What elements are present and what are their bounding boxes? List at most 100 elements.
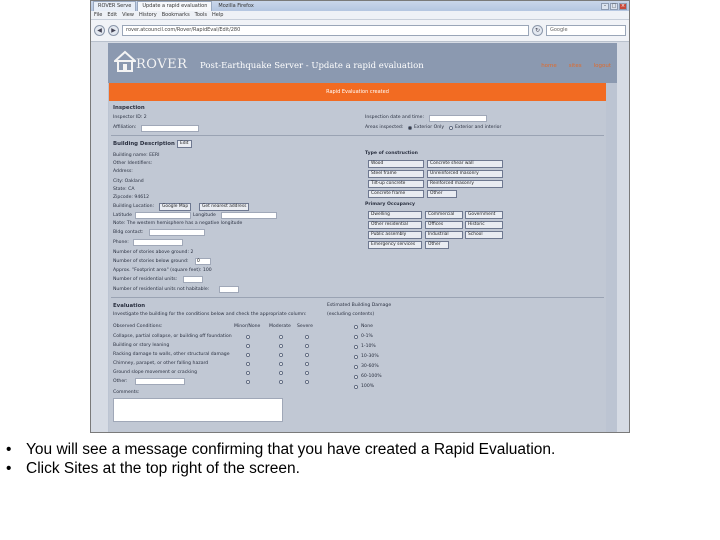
bldg-contact-field[interactable] xyxy=(149,229,205,236)
affiliation-field[interactable] xyxy=(141,125,199,132)
menu-view[interactable]: View xyxy=(122,11,134,19)
browser-window: ROVER Serve Update a rapid evaluation Mo… xyxy=(90,0,630,433)
leaning-minor-radio[interactable] xyxy=(246,344,250,348)
menu-bookmarks[interactable]: Bookmarks xyxy=(162,11,190,19)
occupancy-historic-button[interactable]: Historic xyxy=(465,221,503,229)
menu-file[interactable]: File xyxy=(94,11,102,19)
stories-below-field[interactable]: 0 xyxy=(195,258,211,265)
tab-update-evaluation[interactable]: Update a rapid evaluation xyxy=(137,1,213,11)
occupancy-dwelling-button[interactable]: Dwelling xyxy=(368,211,422,219)
reload-icon[interactable]: ↻ xyxy=(532,25,543,36)
damage-30-60-label: 30-60% xyxy=(361,364,379,369)
construction-reinforced-masonry-button[interactable]: Reinforced masonry xyxy=(427,180,503,188)
caption-line-2: Click Sites at the top right of the scre… xyxy=(26,460,300,477)
leaning-moderate-radio[interactable] xyxy=(279,344,283,348)
construction-wood-button[interactable]: Wood xyxy=(368,160,424,168)
ground-minor-radio[interactable] xyxy=(246,371,250,375)
residential-units-field[interactable] xyxy=(183,276,203,283)
collapse-minor-radio[interactable] xyxy=(246,335,250,339)
edit-button[interactable]: Edit xyxy=(177,140,192,148)
longitude-field[interactable] xyxy=(221,212,277,219)
racking-severe-radio[interactable] xyxy=(305,353,309,357)
exterior-only-radio[interactable] xyxy=(408,126,412,130)
back-icon[interactable]: ◀ xyxy=(94,25,105,36)
tab-rover-serve[interactable]: ROVER Serve xyxy=(93,1,137,11)
date-time-field[interactable] xyxy=(429,115,487,122)
chimney-severe-radio[interactable] xyxy=(305,362,309,366)
sites-link[interactable]: sites xyxy=(569,63,582,69)
racking-moderate-radio[interactable] xyxy=(279,353,283,357)
damage-100-radio[interactable] xyxy=(354,385,358,389)
construction-other-button[interactable]: Other xyxy=(427,190,457,198)
not-habitable-field[interactable] xyxy=(219,286,239,293)
search-input[interactable]: Google xyxy=(546,25,626,36)
collapse-moderate-radio[interactable] xyxy=(279,335,283,339)
date-time-label: Inspection date and time: xyxy=(365,115,425,120)
damage-1-10-radio[interactable] xyxy=(354,345,358,349)
construction-concrete-frame-button[interactable]: Concrete frame xyxy=(368,190,424,198)
damage-60-100-radio[interactable] xyxy=(354,375,358,379)
home-link[interactable]: home xyxy=(541,63,557,69)
occupancy-school-button[interactable]: School xyxy=(465,231,503,239)
chimney-minor-radio[interactable] xyxy=(246,362,250,366)
occupancy-public-assembly-button[interactable]: Public assembly xyxy=(368,231,422,239)
header-nav: home sites logout xyxy=(541,63,611,69)
menu-tools[interactable]: Tools xyxy=(195,11,207,19)
menu-history[interactable]: History xyxy=(139,11,157,19)
exterior-interior-radio[interactable] xyxy=(449,126,453,130)
damage-30-60-radio[interactable] xyxy=(354,365,358,369)
occupancy-other-residential-button[interactable]: Other residential xyxy=(368,221,422,229)
construction-concrete-shear-wall-button[interactable]: Concrete shear wall xyxy=(427,160,503,168)
menu-edit[interactable]: Edit xyxy=(107,11,117,19)
other-condition-field[interactable] xyxy=(135,378,185,385)
chimney-moderate-radio[interactable] xyxy=(279,362,283,366)
construction-unreinforced-masonry-button[interactable]: Unreinforced masonry xyxy=(427,170,503,178)
damage-none-radio[interactable] xyxy=(354,325,358,329)
occupancy-offices-button[interactable]: Offices xyxy=(425,221,463,229)
maximize-icon[interactable]: □ xyxy=(610,2,618,10)
city-value: City: Oakland xyxy=(113,179,144,184)
condition-collapse: Collapse, partial collapse, or building … xyxy=(113,334,232,339)
page-title: Post-Earthquake Server - Update a rapid … xyxy=(200,61,424,71)
occupancy-government-button[interactable]: Government xyxy=(465,211,503,219)
nav-bar: ◀ ▶ rover.atcouncil.com/Rover/RapidEval/… xyxy=(91,20,629,42)
construction-steel-frame-button[interactable]: Steel frame xyxy=(368,170,424,178)
damage-0-1-radio[interactable] xyxy=(354,335,358,339)
divider xyxy=(111,297,604,298)
other-severe-radio[interactable] xyxy=(305,380,309,384)
damage-10-30-radio[interactable] xyxy=(354,355,358,359)
other-moderate-radio[interactable] xyxy=(279,380,283,384)
google-map-button[interactable]: Google Map xyxy=(159,203,192,211)
stories-below-label: Number of stories below ground: xyxy=(113,259,189,264)
url-bar[interactable]: rover.atcouncil.com/Rover/RapidEval/Edit… xyxy=(122,25,529,36)
logout-link[interactable]: logout xyxy=(594,63,611,69)
leaning-severe-radio[interactable] xyxy=(305,344,309,348)
occupancy-other-button[interactable]: Other xyxy=(425,241,449,249)
forward-icon[interactable]: ▶ xyxy=(108,25,119,36)
condition-leaning: Building or story leaning xyxy=(113,343,170,348)
evaluation-heading: Evaluation xyxy=(113,303,146,309)
location-label: Building Location: xyxy=(113,204,155,209)
col-moderate: Moderate xyxy=(269,324,291,329)
longitude-note: Note: The western hemisphere has a negat… xyxy=(113,221,243,226)
bullet-icon: • xyxy=(6,441,12,458)
racking-minor-radio[interactable] xyxy=(246,353,250,357)
comments-field[interactable] xyxy=(113,398,283,422)
inspection-heading: Inspection xyxy=(113,105,145,111)
phone-field[interactable] xyxy=(133,239,183,246)
ground-moderate-radio[interactable] xyxy=(279,371,283,375)
menu-help[interactable]: Help xyxy=(212,11,223,19)
minimize-icon[interactable]: – xyxy=(601,2,609,10)
latitude-field[interactable] xyxy=(135,212,191,219)
damage-heading: Estimated Building Damage xyxy=(327,303,392,308)
close-icon[interactable]: × xyxy=(619,2,627,10)
construction-tilt-up-button[interactable]: Tilt-up concrete xyxy=(368,180,424,188)
collapse-severe-radio[interactable] xyxy=(305,335,309,339)
other-minor-radio[interactable] xyxy=(246,380,250,384)
get-address-button[interactable]: Get nearest address xyxy=(199,203,250,211)
occupancy-commercial-button[interactable]: Commercial xyxy=(425,211,463,219)
occupancy-industrial-button[interactable]: Industrial xyxy=(425,231,463,239)
ground-severe-radio[interactable] xyxy=(305,371,309,375)
latitude-label: Latitude xyxy=(113,213,132,218)
occupancy-emergency-services-button[interactable]: Emergency services xyxy=(368,241,422,249)
